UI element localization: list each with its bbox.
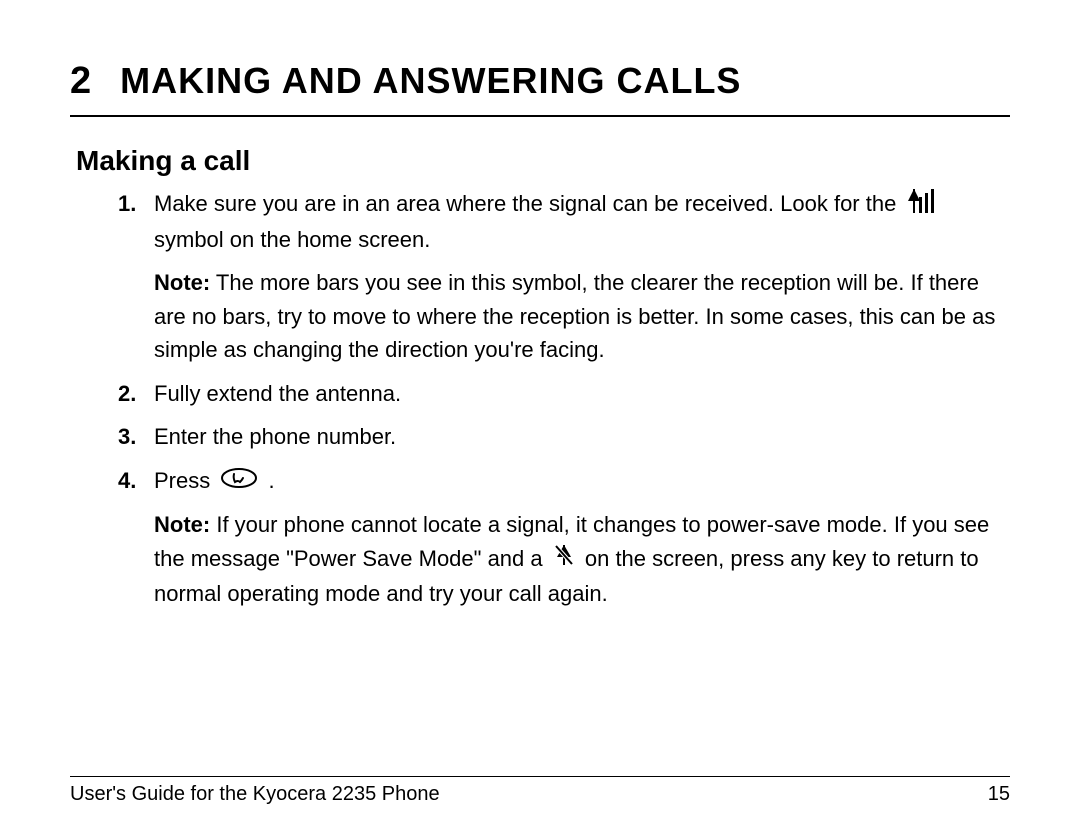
step-4: 4. Press . Note: If your phone cannot lo… (118, 464, 1010, 611)
step-body: Make sure you are in an area where the s… (154, 187, 1010, 367)
steps-list: 1. Make sure you are in an area where th… (70, 187, 1010, 610)
step-number: 4. (118, 464, 154, 611)
note-text: The more bars you see in this symbol, th… (154, 270, 995, 362)
footer-page-number: 15 (988, 783, 1010, 806)
step-text: symbol on the home screen. (154, 227, 430, 252)
phone-button-icon (220, 465, 258, 498)
step-note: Note: If your phone cannot locate a sign… (154, 508, 1010, 610)
step-body: Press . Note: If your phone cannot locat… (154, 464, 1010, 611)
chapter-number: 2 (70, 60, 92, 103)
chapter-heading: 2 MAKING AND ANSWERING CALLS (70, 60, 1010, 117)
step-number: 1. (118, 187, 154, 367)
step-1: 1. Make sure you are in an area where th… (118, 187, 1010, 367)
step-text: Enter the phone number. (154, 420, 1010, 453)
signal-bars-icon (906, 187, 940, 222)
chapter-title: MAKING AND ANSWERING CALLS (120, 60, 741, 102)
note-label: Note: (154, 512, 210, 537)
note-label: Note: (154, 270, 210, 295)
step-text: Make sure you are in an area where the s… (154, 191, 902, 216)
step-3: 3. Enter the phone number. (118, 420, 1010, 453)
step-note: Note: The more bars you see in this symb… (154, 266, 1010, 366)
page-footer: User's Guide for the Kyocera 2235 Phone … (70, 776, 1010, 806)
section-title: Making a call (76, 145, 1010, 177)
step-number: 3. (118, 420, 154, 453)
footer-guide-title: User's Guide for the Kyocera 2235 Phone (70, 783, 440, 806)
step-text: . (268, 468, 274, 493)
step-text: Press (154, 468, 216, 493)
no-signal-icon (553, 543, 575, 576)
step-2: 2. Fully extend the antenna. (118, 377, 1010, 410)
step-text: Fully extend the antenna. (154, 377, 1010, 410)
step-number: 2. (118, 377, 154, 410)
